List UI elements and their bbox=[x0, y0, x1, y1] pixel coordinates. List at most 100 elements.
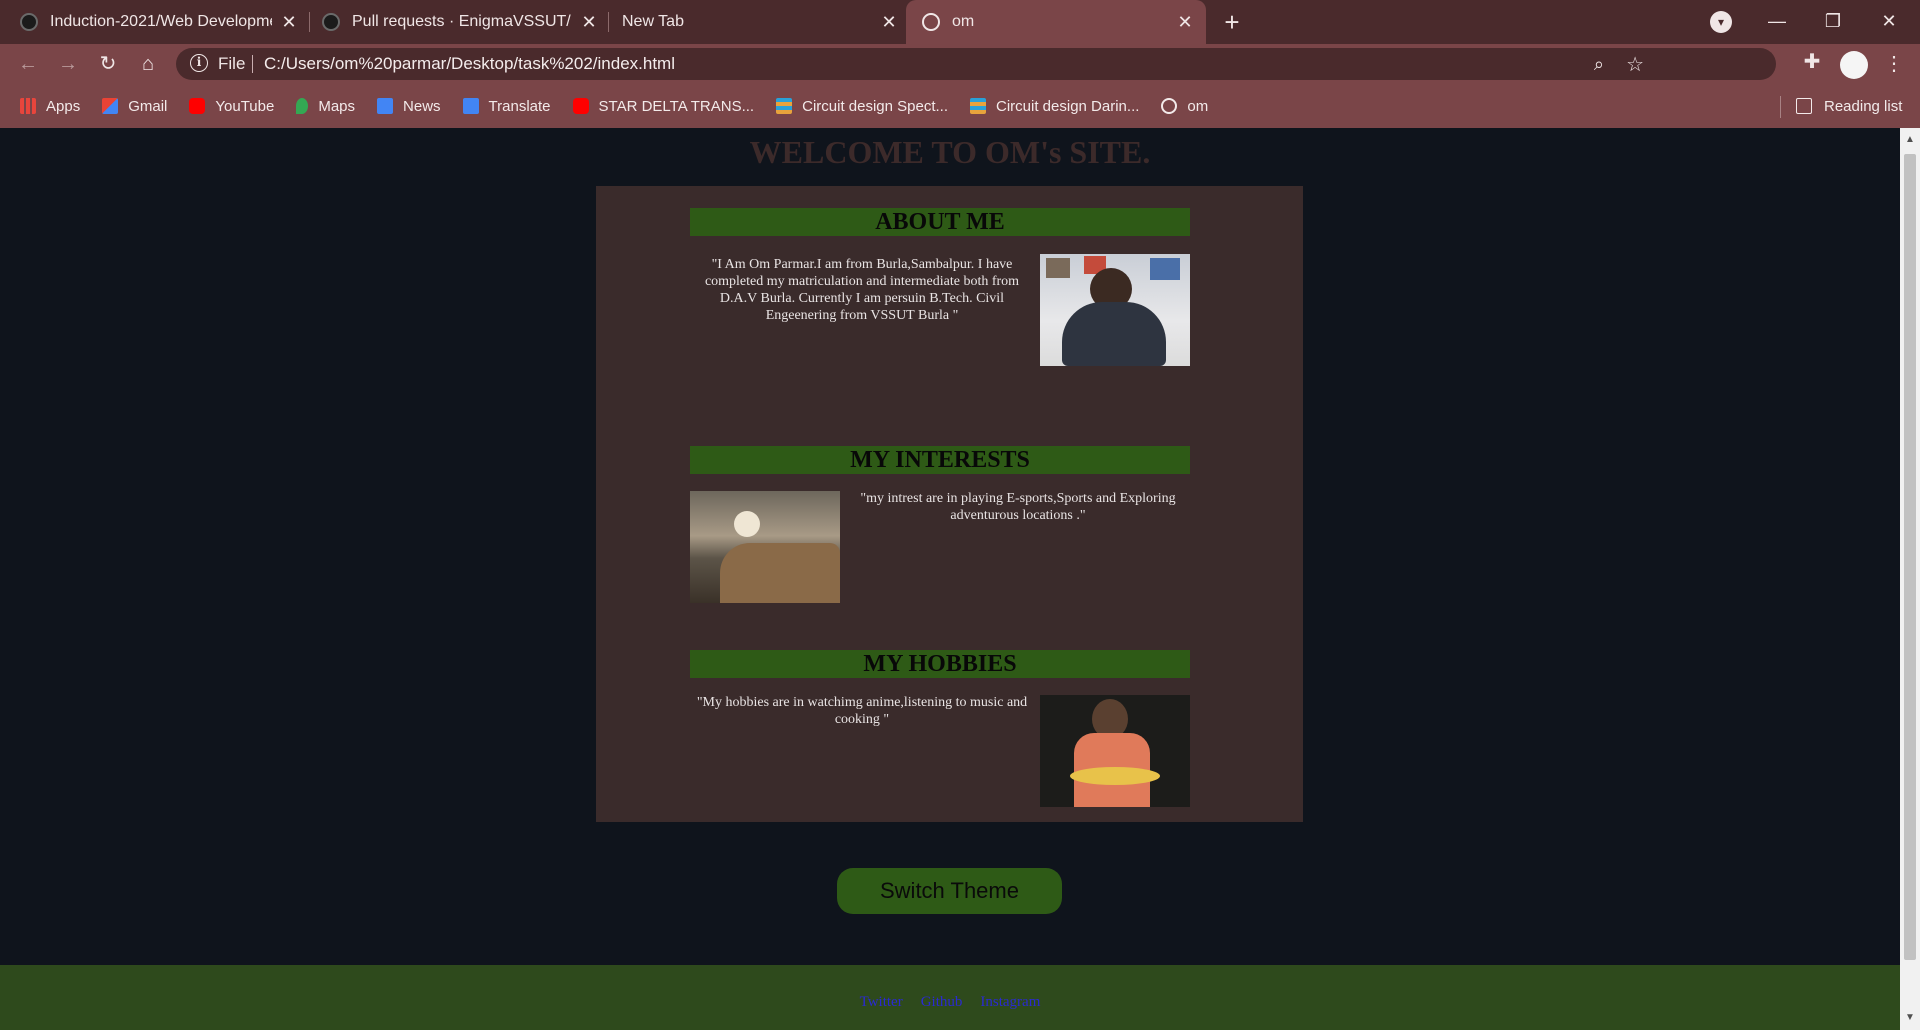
bookmark-label: Maps bbox=[318, 97, 356, 115]
tab-strip: Induction-2021/Web Developme ✕ Pull requ… bbox=[0, 0, 1920, 44]
tab-title: Induction-2021/Web Developme bbox=[50, 13, 272, 30]
scheme-label: File bbox=[218, 54, 246, 73]
bookmark-circuit-darin[interactable]: Circuit design Darin... bbox=[970, 98, 1139, 115]
tab-search-icon[interactable]: ▾ bbox=[1710, 11, 1732, 33]
bookmark-news[interactable]: News bbox=[377, 98, 441, 115]
tab-new-tab[interactable]: New Tab ✕ bbox=[622, 0, 900, 44]
home-icon[interactable]: ⌂ bbox=[134, 50, 162, 78]
new-tab-button[interactable]: + bbox=[1218, 8, 1246, 36]
food-plate bbox=[1070, 767, 1160, 785]
photo-frame-decor bbox=[1046, 258, 1070, 278]
bookmark-circuit-spect[interactable]: Circuit design Spect... bbox=[776, 98, 948, 115]
content-card: ABOUT ME "I Am Om Parmar.I am from Burla… bbox=[596, 186, 1303, 822]
gmail-icon bbox=[102, 98, 119, 114]
zoom-icon[interactable]: ⌕ bbox=[1594, 54, 1604, 75]
about-me-text: "I Am Om Parmar.I am from Burla,Sambalpu… bbox=[704, 257, 1020, 323]
tab-title: om bbox=[952, 13, 975, 30]
bookmark-label: Circuit design Darin... bbox=[996, 97, 1140, 115]
tab-divider bbox=[309, 12, 310, 32]
my-interests-heading: MY INTERESTS bbox=[690, 446, 1190, 474]
bookmarks-divider bbox=[1780, 96, 1781, 118]
reading-list-button[interactable]: Reading list bbox=[1796, 84, 1902, 128]
extensions-puzzle-icon[interactable]: ✚ bbox=[1800, 50, 1824, 74]
tinkercad-icon bbox=[776, 98, 793, 114]
tab-pull-requests[interactable]: Pull requests · EnigmaVSSUT/Ind ✕ bbox=[322, 0, 600, 44]
bookmark-maps[interactable]: Maps bbox=[296, 98, 355, 115]
close-tab-icon[interactable]: ✕ bbox=[1174, 11, 1196, 33]
menu-dots-icon[interactable]: ⋮ bbox=[1884, 50, 1904, 78]
tab-title: Pull requests · EnigmaVSSUT/Ind bbox=[352, 13, 572, 30]
my-hobbies-heading: MY HOBBIES bbox=[690, 650, 1190, 678]
bookmark-om[interactable]: om bbox=[1161, 98, 1208, 115]
bookmark-label: News bbox=[403, 97, 441, 115]
youtube-icon bbox=[189, 98, 206, 114]
bookmark-translate[interactable]: Translate bbox=[462, 97, 551, 115]
url-text[interactable]: C:/Users/om%20parmar/Desktop/task%202/in… bbox=[264, 54, 675, 74]
scroll-up-arrow-icon[interactable]: ▲ bbox=[1900, 132, 1920, 148]
tab-om[interactable]: om ✕ bbox=[906, 0, 1206, 44]
globe-icon bbox=[922, 13, 940, 31]
back-arrow-icon[interactable]: ← bbox=[14, 50, 42, 78]
about-me-heading: ABOUT ME bbox=[690, 208, 1190, 236]
profile-avatar[interactable] bbox=[1840, 51, 1868, 79]
restore-button[interactable]: ❐ bbox=[1810, 6, 1856, 36]
about-me-photo bbox=[1040, 254, 1190, 366]
tab-title: New Tab bbox=[622, 13, 684, 30]
close-tab-icon[interactable]: ✕ bbox=[878, 11, 900, 33]
github-icon bbox=[322, 13, 340, 31]
bookmark-star-delta[interactable]: STAR DELTA TRANS... bbox=[572, 97, 755, 115]
close-tab-icon[interactable]: ✕ bbox=[278, 11, 300, 33]
bookmark-label: om bbox=[1187, 97, 1209, 115]
github-link[interactable]: Github bbox=[921, 994, 963, 1010]
address-bar[interactable]: i File C:/Users/om%20parmar/Desktop/task… bbox=[176, 48, 1776, 80]
bookmark-label: Translate bbox=[488, 97, 551, 115]
page-viewport: WELCOME TO OM's SITE. ABOUT ME "I Am Om … bbox=[0, 128, 1900, 1030]
scroll-down-arrow-icon[interactable]: ▼ bbox=[1900, 1010, 1920, 1026]
bookmark-youtube[interactable]: YouTube bbox=[189, 98, 274, 115]
tinkercad-icon bbox=[970, 98, 987, 114]
sun-glow bbox=[734, 511, 760, 537]
news-icon bbox=[377, 98, 394, 114]
reading-list-icon bbox=[1796, 98, 1812, 114]
scrollbar-thumb[interactable] bbox=[1904, 154, 1916, 960]
footer: Twitter Github Instagram bbox=[0, 965, 1900, 1030]
bookmark-label: Apps bbox=[46, 97, 81, 115]
bookmark-apps[interactable]: Apps bbox=[20, 98, 80, 115]
bookmark-label: Circuit design Spect... bbox=[802, 97, 949, 115]
my-interests-text: "my intrest are in playing E-sports,Spor… bbox=[860, 491, 1176, 523]
bookmark-star-icon[interactable]: ☆ bbox=[1626, 52, 1644, 77]
minimize-button[interactable]: — bbox=[1754, 6, 1800, 36]
bookmark-label: Gmail bbox=[128, 97, 168, 115]
switch-theme-button[interactable]: Switch Theme bbox=[837, 868, 1062, 914]
translate-icon bbox=[462, 98, 479, 114]
browser-toolbar: ← → ↻ ⌂ i File C:/Users/om%20parmar/Desk… bbox=[0, 44, 1920, 84]
youtube-icon bbox=[572, 98, 589, 114]
interests-photo bbox=[690, 491, 840, 603]
close-window-button[interactable]: ✕ bbox=[1866, 6, 1912, 36]
hobbies-photo bbox=[1040, 695, 1190, 807]
reading-list-label: Reading list bbox=[1824, 97, 1903, 115]
tab-divider bbox=[608, 12, 609, 32]
welcome-heading: WELCOME TO OM's SITE. bbox=[749, 134, 1151, 170]
bookmark-label: STAR DELTA TRANS... bbox=[598, 97, 755, 115]
bookmark-gmail[interactable]: Gmail bbox=[102, 98, 167, 115]
photo-frame-decor bbox=[1150, 258, 1180, 280]
info-icon[interactable]: i bbox=[190, 54, 208, 72]
maps-icon bbox=[296, 98, 309, 114]
github-icon bbox=[20, 13, 38, 31]
bookmarks-bar: Apps Gmail YouTube Maps News Translate S… bbox=[0, 84, 1920, 128]
address-divider bbox=[252, 55, 253, 73]
vertical-scrollbar[interactable]: ▲ ▼ bbox=[1900, 128, 1920, 1030]
bookmark-label: YouTube bbox=[215, 97, 275, 115]
person-silhouette bbox=[1062, 302, 1166, 366]
close-tab-icon[interactable]: ✕ bbox=[578, 11, 600, 33]
rock-formation bbox=[720, 543, 840, 603]
my-hobbies-text: "My hobbies are in watchimg anime,listen… bbox=[696, 695, 1028, 727]
globe-icon bbox=[1161, 98, 1178, 114]
forward-arrow-icon[interactable]: → bbox=[54, 50, 82, 78]
apps-grid-icon bbox=[20, 98, 36, 114]
reload-icon[interactable]: ↻ bbox=[94, 50, 122, 78]
twitter-link[interactable]: Twitter bbox=[860, 994, 903, 1010]
tab-induction[interactable]: Induction-2021/Web Developme ✕ bbox=[20, 0, 300, 44]
instagram-link[interactable]: Instagram bbox=[980, 994, 1040, 1010]
